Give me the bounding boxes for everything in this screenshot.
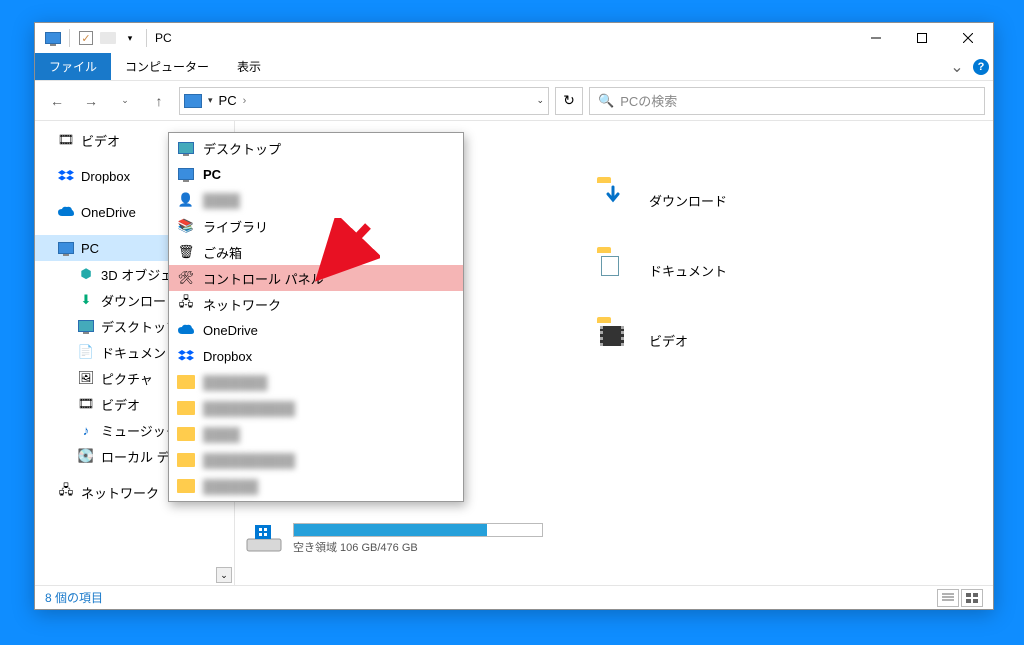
document-icon: 📄 (77, 343, 95, 361)
library-icon: 📚 (177, 217, 195, 235)
controlpanel-icon: 🛠 (177, 269, 195, 287)
search-icon: 🔍 (598, 93, 614, 109)
back-button[interactable]: ← (43, 87, 71, 115)
trash-icon: 🗑 (177, 243, 195, 261)
help-button[interactable]: ? (969, 53, 993, 80)
recent-chevron-icon[interactable]: ⌄ (111, 87, 139, 115)
video-icon: 🎞 (57, 131, 75, 149)
statusbar: 8 個の項目 (35, 585, 993, 609)
address-dropdown-menu: デスクトップ PC 👤████ 📚ライブラリ 🗑ごみ箱 🛠コントロール パネル … (168, 132, 464, 502)
pc-icon (177, 165, 195, 183)
network-icon: 🖧 (57, 483, 75, 501)
folder-icon (177, 451, 195, 469)
dropdown-item-controlpanel[interactable]: 🛠コントロール パネル (169, 265, 463, 291)
folder-icon (177, 399, 195, 417)
folder-icon (177, 477, 195, 495)
dropdown-item-folder[interactable]: ██████ (169, 473, 463, 499)
dropbox-icon (57, 167, 75, 185)
dropbox-icon (177, 347, 195, 365)
newfolder-qat-icon[interactable] (98, 28, 118, 48)
dropdown-item-desktop[interactable]: デスクトップ (169, 135, 463, 161)
qat-chevron-icon[interactable]: ▾ (120, 28, 140, 48)
close-button[interactable] (945, 23, 991, 53)
dropdown-item-onedrive[interactable]: OneDrive (169, 317, 463, 343)
titlebar: ✓ ▾ PC (35, 23, 993, 53)
separator (69, 29, 70, 47)
drive-usage-bar (293, 523, 543, 537)
forward-button[interactable]: → (77, 87, 105, 115)
separator (146, 29, 147, 47)
dropdown-item-folder[interactable]: ████ (169, 421, 463, 447)
dropdown-item-libraries[interactable]: 📚ライブラリ (169, 213, 463, 239)
breadcrumb-sep-icon[interactable]: › (243, 95, 247, 107)
desktop-icon (177, 139, 195, 157)
dropdown-item-recyclebin[interactable]: 🗑ごみ箱 (169, 239, 463, 265)
dropdown-item-network[interactable]: 🖧ネットワーク (169, 291, 463, 317)
address-history-icon[interactable]: ⌄ (536, 95, 544, 106)
navbar: ← → ⌄ ↑ ▾ PC › ⌄ ↻ 🔍 PCの検索 (35, 81, 993, 121)
folder-videos[interactable]: ビデオ (595, 321, 688, 359)
drive-item[interactable]: 空き領域 106 GB/476 GB (245, 523, 543, 555)
picture-icon: 🖼 (77, 369, 95, 387)
dropdown-item-user[interactable]: 👤████ (169, 187, 463, 213)
folder-icon (595, 181, 637, 219)
onedrive-icon (177, 321, 195, 339)
minimize-button[interactable] (853, 23, 899, 53)
maximize-button[interactable] (899, 23, 945, 53)
computer-tab[interactable]: コンピューター (111, 53, 223, 80)
refresh-button[interactable]: ↻ (555, 87, 583, 115)
user-icon: 👤 (177, 191, 195, 209)
folder-icon (177, 373, 195, 391)
desktop-icon (77, 317, 95, 335)
breadcrumb-pc[interactable]: PC (219, 93, 237, 108)
dropdown-item-folder[interactable]: ███████ (169, 369, 463, 395)
view-tab[interactable]: 表示 (223, 53, 275, 80)
search-box[interactable]: 🔍 PCの検索 (589, 87, 985, 115)
drive-free-text: 空き領域 106 GB/476 GB (293, 539, 543, 555)
properties-qat-icon[interactable]: ✓ (76, 28, 96, 48)
disk-icon: 💽 (77, 447, 95, 465)
dropdown-item-dropbox[interactable]: Dropbox (169, 343, 463, 369)
item-count: 8 個の項目 (45, 589, 103, 606)
window-title: PC (155, 31, 172, 45)
search-placeholder: PCの検索 (620, 91, 677, 110)
3d-icon: ⬢ (77, 265, 95, 283)
video-icon: 🎞 (77, 395, 95, 413)
onedrive-icon (57, 203, 75, 221)
download-icon: ⬇ (77, 291, 95, 309)
up-button[interactable]: ↑ (145, 87, 173, 115)
pc-icon (184, 94, 202, 108)
dropdown-item-pc[interactable]: PC (169, 161, 463, 187)
ribbon: ファイル コンピューター 表示 ⌄ ? (35, 53, 993, 81)
dropdown-item-folder[interactable]: ██████████ (169, 395, 463, 421)
folder-icon (595, 251, 637, 289)
drive-icon (245, 523, 283, 553)
folder-downloads[interactable]: ダウンロード (595, 181, 727, 219)
folder-icon (595, 321, 637, 359)
app-icon (43, 28, 63, 48)
dropdown-item-folder[interactable]: ██████████ (169, 447, 463, 473)
address-dropdown-icon[interactable]: ▾ (208, 95, 213, 106)
icons-view-button[interactable] (961, 589, 983, 607)
ribbon-collapse-icon[interactable]: ⌄ (945, 53, 969, 80)
folder-documents[interactable]: ドキュメント (595, 251, 727, 289)
sidebar-scroll-down-icon[interactable]: ⌄ (216, 567, 232, 583)
folder-icon (177, 425, 195, 443)
pc-icon (57, 239, 75, 257)
details-view-button[interactable] (937, 589, 959, 607)
address-bar[interactable]: ▾ PC › ⌄ (179, 87, 549, 115)
music-icon: ♪ (77, 421, 95, 439)
file-tab[interactable]: ファイル (35, 53, 111, 80)
network-icon: 🖧 (177, 295, 195, 313)
